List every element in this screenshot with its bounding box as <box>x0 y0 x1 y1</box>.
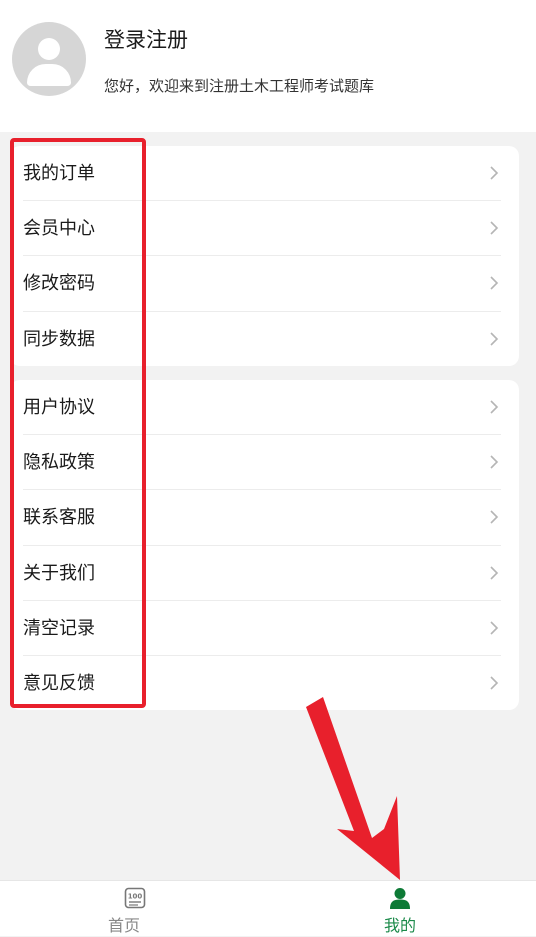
avatar-body <box>27 64 71 86</box>
chevron-right-icon <box>490 166 499 180</box>
chevron-right-icon <box>490 621 499 635</box>
menu-item-label: 意见反馈 <box>23 672 95 694</box>
menu-card-info: 用户协议 隐私政策 联系客服 关于我们 清空记录 意见反馈 <box>10 380 519 710</box>
tab-mine-label: 我的 <box>383 916 416 935</box>
svg-text:100: 100 <box>128 893 143 901</box>
tab-home-label: 首页 <box>107 916 140 935</box>
bottom-tab-bar: 100 首页 我的 <box>0 880 536 936</box>
menu-card-account: 我的订单 会员中心 修改密码 同步数据 <box>10 146 519 366</box>
menu-item-label: 联系客服 <box>23 507 95 529</box>
menu-item-label: 修改密码 <box>23 273 95 295</box>
menu-item-label: 用户协议 <box>23 397 95 418</box>
chevron-right-icon <box>490 276 499 290</box>
menu-item-clear-records[interactable]: 清空记录 <box>10 601 519 656</box>
menu-item-label: 隐私政策 <box>23 452 95 474</box>
menu-item-label: 清空记录 <box>23 617 95 639</box>
menu-item-about-us[interactable]: 关于我们 <box>10 546 519 601</box>
menu-item-label: 关于我们 <box>23 562 95 584</box>
tab-home[interactable]: 100 首页 <box>0 881 268 937</box>
menu-item-label: 我的订单 <box>23 163 95 184</box>
chevron-right-icon <box>490 676 499 690</box>
menu-item-sync-data[interactable]: 同步数据 <box>10 312 519 367</box>
menu-item-vip-center[interactable]: 会员中心 <box>10 201 519 257</box>
person-icon <box>390 888 410 909</box>
login-register-link[interactable]: 登录注册 <box>104 24 188 54</box>
welcome-text: 您好，欢迎来到注册土木工程师考试题库 <box>104 77 375 95</box>
chevron-right-icon <box>490 510 499 524</box>
menu-item-contact-support[interactable]: 联系客服 <box>10 490 519 546</box>
chevron-right-icon <box>490 565 499 580</box>
menu-item-label: 同步数据 <box>23 328 95 350</box>
menu-item-label: 会员中心 <box>23 218 95 240</box>
avatar[interactable] <box>12 22 86 96</box>
chevron-right-icon <box>490 400 499 414</box>
avatar-head <box>38 38 60 60</box>
exam-book-icon: 100 <box>124 887 146 909</box>
chevron-right-icon <box>490 221 499 235</box>
chevron-right-icon <box>490 455 499 469</box>
profile-header[interactable]: 登录注册 您好，欢迎来到注册土木工程师考试题库 <box>0 0 536 132</box>
menu-item-privacy-policy[interactable]: 隐私政策 <box>10 435 519 491</box>
menu-item-user-agreement[interactable]: 用户协议 <box>10 380 519 436</box>
menu-item-feedback[interactable]: 意见反馈 <box>10 656 519 711</box>
menu-item-orders[interactable]: 我的订单 <box>10 146 519 202</box>
menu-item-change-password[interactable]: 修改密码 <box>10 256 519 312</box>
tab-mine[interactable]: 我的 <box>268 881 536 937</box>
chevron-right-icon <box>490 331 499 346</box>
